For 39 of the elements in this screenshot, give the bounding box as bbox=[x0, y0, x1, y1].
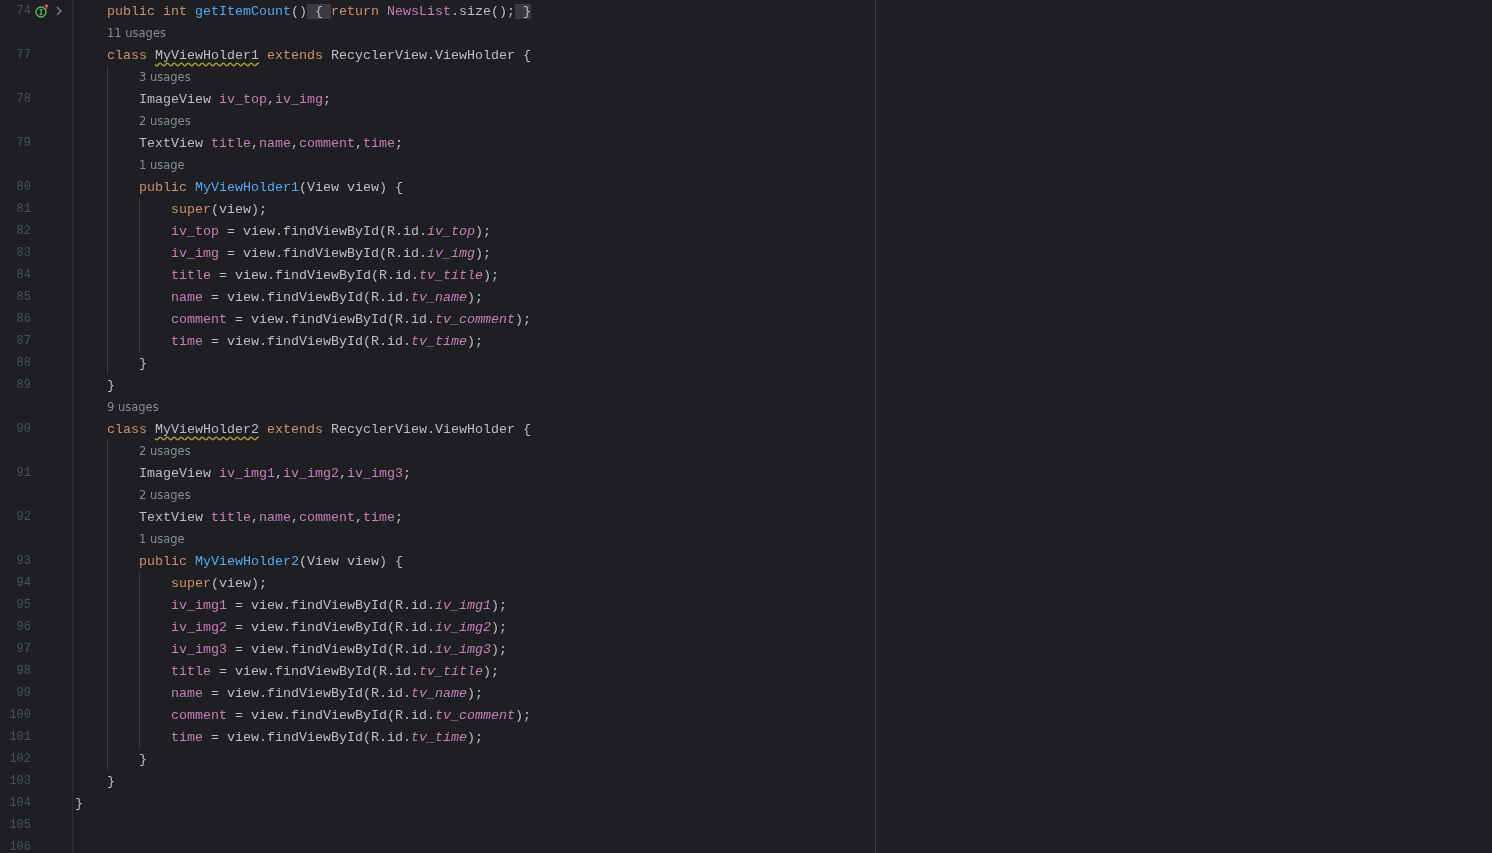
code-line: } bbox=[75, 794, 83, 813]
usage-hint[interactable]: 1 usage bbox=[139, 158, 185, 172]
code-line: iv_img1 = view.findViewById(R.id.iv_img1); bbox=[171, 596, 507, 615]
code-line: public MyViewHolder1(View view) { bbox=[139, 178, 403, 197]
code-line: iv_img2 = view.findViewById(R.id.iv_img2); bbox=[171, 618, 507, 637]
usage-hint[interactable]: 2 usages bbox=[139, 488, 191, 502]
code-line: public MyViewHolder2(View view) { bbox=[139, 552, 403, 571]
code-line: time = view.findViewById(R.id.tv_time); bbox=[171, 332, 483, 351]
code-line: name = view.findViewById(R.id.tv_name); bbox=[171, 684, 483, 703]
code-line: super(view); bbox=[171, 574, 267, 593]
code-line: title = view.findViewById(R.id.tv_title); bbox=[171, 266, 499, 285]
code-line: class MyViewHolder1 extends RecyclerView.ViewHolder { bbox=[107, 46, 531, 65]
usage-hint[interactable]: 1 usage bbox=[139, 532, 185, 546]
code-line: comment = view.findViewById(R.id.tv_comment); bbox=[171, 706, 531, 725]
code-line: } bbox=[139, 750, 147, 769]
code-line: iv_top = view.findViewById(R.id.iv_top); bbox=[171, 222, 491, 241]
code-line: } bbox=[107, 772, 115, 791]
code-line: title = view.findViewById(R.id.tv_title); bbox=[171, 662, 499, 681]
usage-hint[interactable]: 3 usages bbox=[139, 70, 191, 84]
code-line: } bbox=[107, 376, 115, 395]
usage-hint[interactable]: 2 usages bbox=[139, 114, 191, 128]
code-line: TextView title,name,comment,time; bbox=[139, 508, 403, 527]
code-line: comment = view.findViewById(R.id.tv_comment); bbox=[171, 310, 531, 329]
usage-hint[interactable]: 11 usages bbox=[107, 26, 166, 40]
code-line: TextView title,name,comment,time; bbox=[139, 134, 403, 153]
usage-hint[interactable]: 9 usages bbox=[107, 400, 159, 414]
code-line: iv_img3 = view.findViewById(R.id.iv_img3); bbox=[171, 640, 507, 659]
code-line: class MyViewHolder2 extends RecyclerView.ViewHolder { bbox=[107, 420, 531, 439]
usage-hint[interactable]: 2 usages bbox=[139, 444, 191, 458]
code-line: ImageView iv_top,iv_img; bbox=[139, 90, 331, 109]
code-line: name = view.findViewById(R.id.tv_name); bbox=[171, 288, 483, 307]
code-line: public int getItemCount() { return NewsList.size(); } bbox=[107, 2, 531, 21]
code-line: super(view); bbox=[171, 200, 267, 219]
chevron-icon[interactable] bbox=[55, 6, 63, 16]
code-line: time = view.findViewById(R.id.tv_time); bbox=[171, 728, 483, 747]
code-line: iv_img = view.findViewById(R.id.iv_img); bbox=[171, 244, 491, 263]
code-line: ImageView iv_img1,iv_img2,iv_img3; bbox=[139, 464, 411, 483]
interface-marker-icon[interactable] bbox=[35, 4, 49, 18]
code-line: } bbox=[139, 354, 147, 373]
